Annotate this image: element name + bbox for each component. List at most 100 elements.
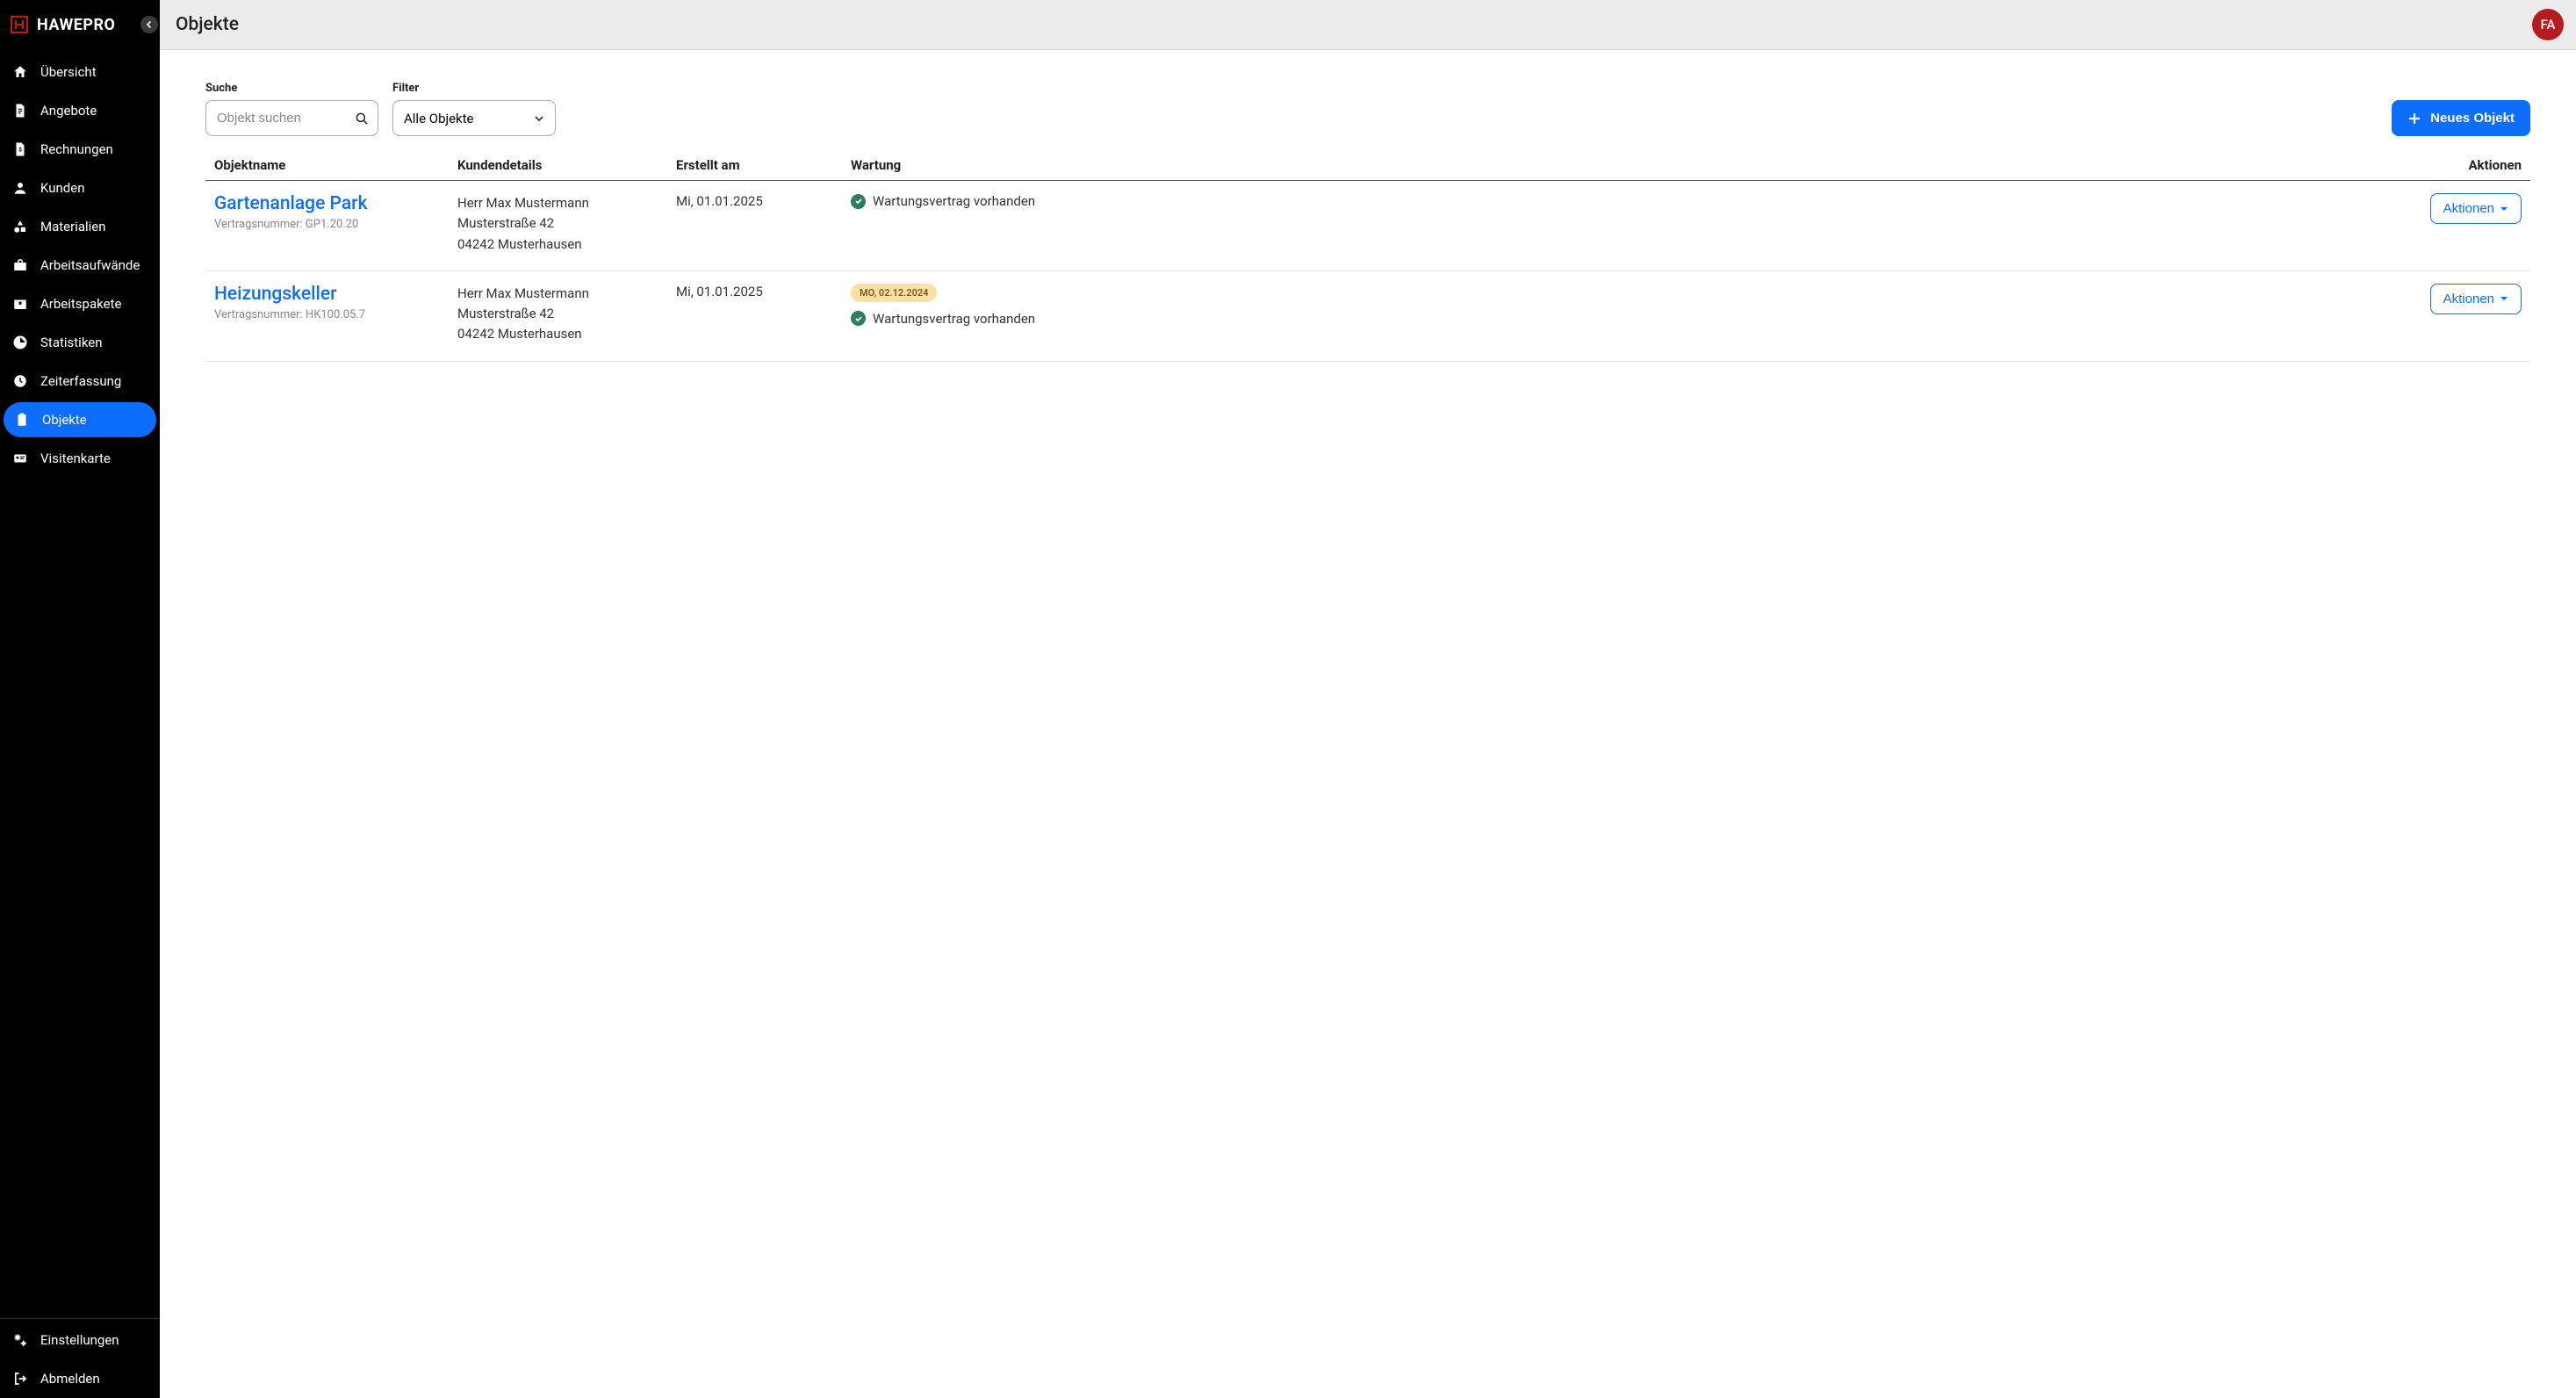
sidebar-item-rechnungen[interactable]: $ Rechnungen bbox=[0, 130, 160, 169]
shapes-icon bbox=[12, 219, 28, 234]
table-row: Gartenanlage Park Vertragsnummer: GP1.20.… bbox=[205, 181, 2530, 271]
contract-number: Vertragsnummer: GP1.20.20 bbox=[214, 218, 457, 231]
briefcase-icon bbox=[12, 257, 28, 273]
chevron-down-icon bbox=[534, 113, 544, 124]
check-circle-icon bbox=[851, 194, 866, 209]
customer-line: Musterstraße 42 bbox=[457, 304, 676, 324]
sidebar-item-bersicht[interactable]: Übersicht bbox=[0, 53, 160, 91]
sidebar-item-objekte[interactable]: Objekte bbox=[4, 402, 156, 437]
clipboard-icon bbox=[14, 412, 30, 428]
search-icon[interactable] bbox=[354, 111, 370, 126]
caret-down-icon bbox=[2500, 205, 2508, 213]
sidebar-item-label: Arbeitspakete bbox=[40, 296, 121, 312]
customer-line: Herr Max Mustermann bbox=[457, 284, 676, 304]
search-group: Suche bbox=[205, 82, 378, 136]
controls-row: Suche Filter Alle Objekte bbox=[205, 82, 2530, 136]
sidebar: HAWEPRO Übersicht Angebote $ Rechnungen Kund… bbox=[0, 0, 160, 1398]
sidebar-item-materialien[interactable]: Materialien bbox=[0, 207, 160, 246]
sidebar-item-label: Zeiterfassung bbox=[40, 373, 121, 389]
filter-value: Alle Objekte bbox=[404, 111, 474, 126]
cell-kundendetails: Herr Max MustermannMusterstraße 4204242 … bbox=[457, 284, 676, 345]
collapse-sidebar-button[interactable] bbox=[140, 16, 158, 33]
actions-button-label: Aktionen bbox=[2443, 292, 2494, 306]
table-body: Gartenanlage Park Vertragsnummer: GP1.20.… bbox=[205, 181, 2530, 362]
sidebar-item-einstellungen[interactable]: Einstellungen bbox=[0, 1321, 160, 1359]
date-badge: MO, 02.12.2024 bbox=[851, 284, 937, 302]
filter-label: Filter bbox=[392, 82, 556, 95]
maintenance-text: Wartungsvertrag vorhanden bbox=[873, 193, 1035, 209]
sidebar-item-visitenkarte[interactable]: Visitenkarte bbox=[0, 439, 160, 478]
check-circle-icon bbox=[851, 311, 866, 326]
sidebar-item-label: Übersicht bbox=[40, 64, 97, 80]
filter-select[interactable]: Alle Objekte bbox=[392, 100, 556, 136]
search-label: Suche bbox=[205, 82, 378, 95]
main: Objekte FA Suche Filter Alle Objekte bbox=[160, 0, 2576, 1398]
card-icon bbox=[12, 450, 28, 466]
sidebar-item-label: Rechnungen bbox=[40, 141, 113, 157]
sidebar-header: HAWEPRO bbox=[0, 0, 160, 49]
objects-table: Objektname Kundendetails Erstellt am War… bbox=[205, 157, 2530, 362]
invoice-icon: $ bbox=[12, 141, 28, 157]
sidebar-item-label: Arbeitsaufwände bbox=[40, 257, 140, 273]
page-title: Objekte bbox=[176, 14, 239, 35]
sidebar-item-label: Kunden bbox=[40, 180, 85, 196]
filter-group: Filter Alle Objekte bbox=[392, 82, 556, 136]
settings-icon bbox=[12, 1332, 28, 1348]
table-row: Heizungskeller Vertragsnummer: HK100.05.7… bbox=[205, 271, 2530, 362]
object-link[interactable]: Heizungskeller bbox=[214, 284, 457, 305]
cell-aktionen: Aktionen bbox=[2429, 193, 2522, 255]
sidebar-item-angebote[interactable]: Angebote bbox=[0, 91, 160, 130]
sidebar-item-label: Visitenkarte bbox=[40, 450, 111, 466]
plus-icon bbox=[2407, 112, 2421, 126]
search-box bbox=[205, 100, 378, 136]
customer-line: 04242 Musterhausen bbox=[457, 324, 676, 344]
person-icon bbox=[12, 180, 28, 196]
svg-text:$: $ bbox=[18, 146, 22, 153]
nav-main: Übersicht Angebote $ Rechnungen Kunden Materi… bbox=[0, 49, 160, 1318]
actions-button-label: Aktionen bbox=[2443, 201, 2494, 216]
pie-chart-icon bbox=[12, 335, 28, 350]
sidebar-item-zeiterfassung[interactable]: Zeiterfassung bbox=[0, 362, 160, 400]
table-header: Objektname Kundendetails Erstellt am War… bbox=[205, 157, 2530, 181]
package-icon bbox=[12, 296, 28, 312]
logo-icon bbox=[9, 14, 30, 35]
sidebar-item-arbeitspakete[interactable]: Arbeitspakete bbox=[0, 285, 160, 323]
actions-button[interactable]: Aktionen bbox=[2430, 193, 2522, 224]
sidebar-item-label: Abmelden bbox=[40, 1371, 100, 1387]
search-input[interactable] bbox=[205, 100, 378, 136]
sidebar-item-label: Statistiken bbox=[40, 335, 103, 350]
customer-line: 04242 Musterhausen bbox=[457, 234, 676, 255]
th-kundendetails: Kundendetails bbox=[457, 157, 676, 173]
chevron-left-icon bbox=[145, 20, 154, 29]
topbar: Objekte FA bbox=[160, 0, 2576, 50]
customer-line: Herr Max Mustermann bbox=[457, 193, 676, 213]
sidebar-item-label: Materialien bbox=[40, 219, 106, 234]
clock-icon bbox=[12, 373, 28, 389]
new-object-button[interactable]: Neues Objekt bbox=[2392, 100, 2530, 136]
sidebar-item-label: Einstellungen bbox=[40, 1332, 119, 1348]
avatar-initials: FA bbox=[2541, 17, 2556, 32]
th-wartung: Wartung bbox=[851, 157, 2429, 173]
actions-button[interactable]: Aktionen bbox=[2430, 284, 2522, 314]
object-link[interactable]: Gartenanlage Park bbox=[214, 193, 457, 214]
content: Suche Filter Alle Objekte bbox=[160, 50, 2576, 1398]
maintenance-text: Wartungsvertrag vorhanden bbox=[873, 311, 1035, 327]
cell-wartung: MO, 02.12.2024 Wartungsvertrag vorhanden bbox=[851, 284, 2429, 345]
th-erstellt-am: Erstellt am bbox=[676, 157, 851, 173]
home-icon bbox=[12, 64, 28, 80]
sidebar-item-label: Objekte bbox=[42, 412, 87, 428]
contract-number: Vertragsnummer: HK100.05.7 bbox=[214, 308, 457, 321]
sidebar-item-abmelden[interactable]: Abmelden bbox=[0, 1359, 160, 1398]
avatar[interactable]: FA bbox=[2532, 9, 2564, 40]
sidebar-item-kunden[interactable]: Kunden bbox=[0, 169, 160, 207]
cell-kundendetails: Herr Max MustermannMusterstraße 4204242 … bbox=[457, 193, 676, 255]
sidebar-item-label: Angebote bbox=[40, 103, 97, 119]
cell-objektname: Gartenanlage Park Vertragsnummer: GP1.20.… bbox=[214, 193, 457, 255]
sidebar-item-arbeitsaufwnde[interactable]: Arbeitsaufwände bbox=[0, 246, 160, 285]
sidebar-item-statistiken[interactable]: Statistiken bbox=[0, 323, 160, 362]
new-object-label: Neues Objekt bbox=[2430, 111, 2515, 126]
th-aktionen: Aktionen bbox=[2429, 157, 2522, 173]
logo-text: HAWEPRO bbox=[37, 16, 115, 34]
maintenance-status: Wartungsvertrag vorhanden bbox=[851, 193, 1035, 209]
nav-footer: Einstellungen Abmelden bbox=[0, 1318, 160, 1398]
